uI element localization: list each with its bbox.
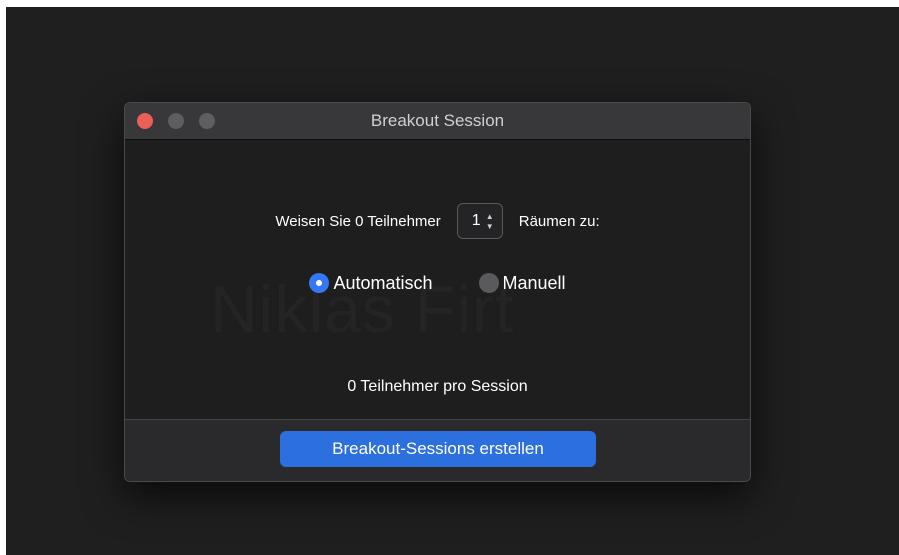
- radio-automatic[interactable]: Automatisch: [309, 273, 433, 294]
- title-bar: Breakout Session: [125, 103, 750, 140]
- assign-prefix-label: Weisen Sie 0 Teilnehmer: [275, 212, 441, 230]
- window-title: Breakout Session: [370, 111, 505, 130]
- assign-suffix-label: Räumen zu:: [518, 212, 600, 230]
- radio-unselected-icon[interactable]: [478, 273, 499, 293]
- stepper-arrows[interactable]: ▲ ▼: [486, 213, 494, 231]
- radio-automatic-label[interactable]: Automatisch: [333, 273, 432, 294]
- create-breakout-sessions-button[interactable]: Breakout-Sessions erstellen: [280, 431, 596, 467]
- rooms-stepper-value[interactable]: 1: [472, 212, 481, 230]
- radio-manual-label[interactable]: Manuell: [503, 273, 566, 294]
- chevron-down-icon[interactable]: ▼: [486, 223, 494, 231]
- rooms-stepper[interactable]: 1 ▲ ▼: [456, 203, 503, 239]
- participants-per-session-text: 0 Teilnehmer pro Session: [347, 378, 528, 395]
- assign-participants-row: Weisen Sie 0 Teilnehmer 1 ▲ ▼ Räumen zu:: [125, 203, 750, 239]
- breakout-session-dialog: Breakout Session Niklas Firt Weisen Sie …: [124, 102, 751, 482]
- chevron-up-icon[interactable]: ▲: [486, 213, 494, 221]
- dialog-footer: Breakout-Sessions erstellen: [125, 420, 750, 481]
- assignment-mode-group: Automatisch Manuell: [125, 269, 750, 297]
- radio-manual[interactable]: Manuell: [478, 273, 566, 294]
- radio-selected-icon[interactable]: [309, 273, 330, 293]
